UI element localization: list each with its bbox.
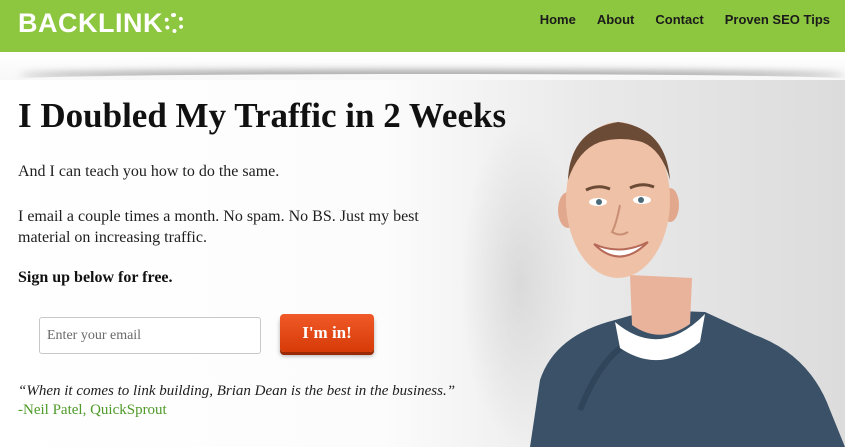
main-nav: Home About Contact Proven SEO Tips: [519, 13, 830, 27]
nav-seo-tips-link[interactable]: Proven SEO Tips: [725, 13, 830, 27]
author-portrait-image: [530, 122, 845, 447]
signup-prompt: Sign up below for free.: [18, 269, 173, 286]
logo-text: BACKLINK: [18, 8, 163, 38]
nav-contact-link[interactable]: Contact: [655, 13, 703, 27]
subscribe-button[interactable]: I'm in!: [280, 314, 374, 352]
email-input[interactable]: [39, 317, 261, 354]
hero-subtitle: And I can teach you how to do the same.: [18, 163, 280, 180]
hero-title: I Doubled My Traffic in 2 Weeks: [18, 96, 507, 135]
testimonial-author: -Neil Patel, QuickSprout: [18, 402, 167, 418]
nav-about-link[interactable]: About: [597, 13, 635, 27]
nav-home-link[interactable]: Home: [540, 13, 576, 27]
top-nav-bar: BACKLINK Home About Contact Proven SEO T…: [0, 0, 845, 52]
neck-shape: [630, 275, 692, 335]
testimonial-quote: “When it comes to link building, Brian D…: [18, 383, 456, 399]
site-logo[interactable]: BACKLINK: [18, 8, 184, 38]
dotted-o-logo-icon: [164, 13, 184, 33]
hero-body-text: I email a couple times a month. No spam.…: [18, 208, 419, 246]
